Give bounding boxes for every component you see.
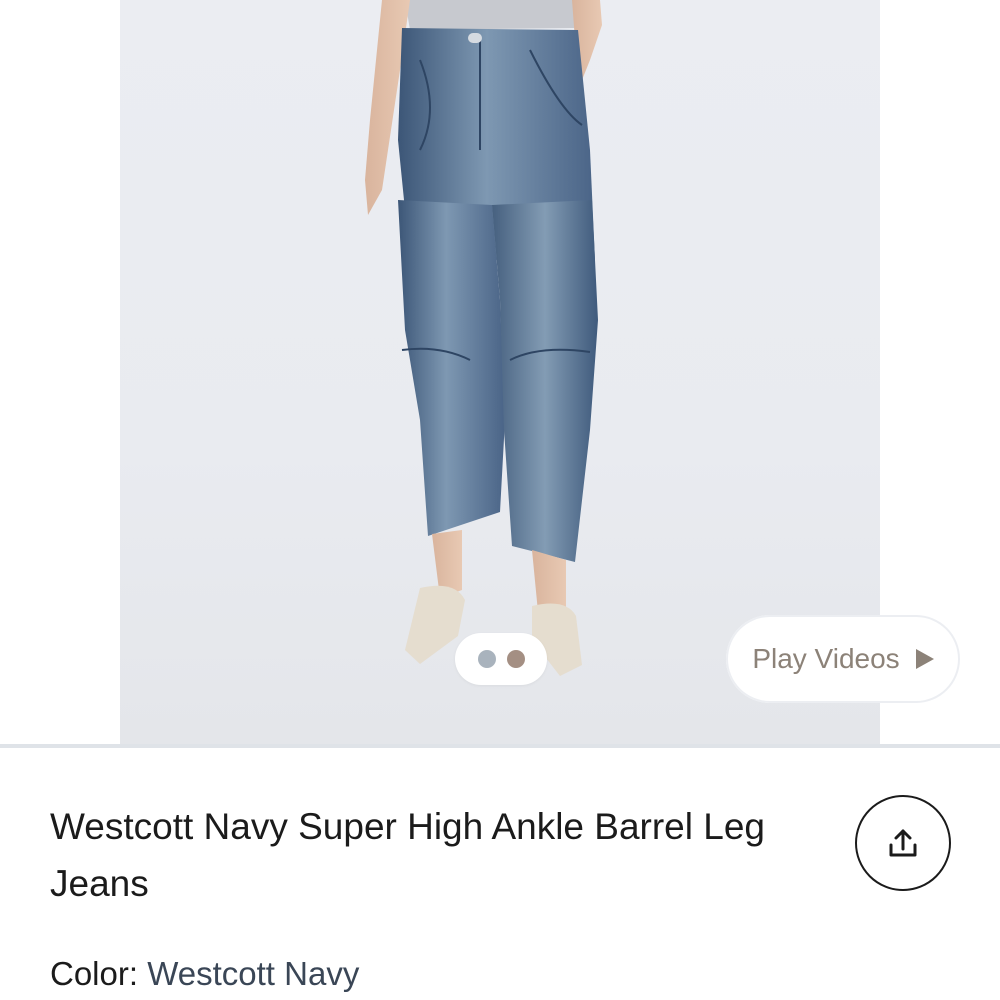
share-icon — [889, 829, 917, 857]
play-videos-button[interactable]: Play Videos — [726, 615, 960, 703]
color-selection: Color: Westcott Navy — [50, 955, 359, 993]
carousel-dot-1[interactable] — [477, 650, 496, 668]
carousel-dots[interactable] — [455, 633, 547, 685]
play-triangle-icon — [915, 649, 934, 669]
gallery-divider — [0, 744, 1000, 748]
color-label: Color: — [50, 955, 139, 992]
play-videos-label: Play Videos — [752, 643, 900, 674]
carousel-dot-2[interactable] — [506, 650, 525, 668]
product-title: Westcott Navy Super High Ankle Barrel Le… — [50, 806, 765, 904]
color-value: Westcott Navy — [147, 955, 360, 992]
share-button[interactable] — [855, 795, 951, 891]
product-image-gallery[interactable]: Play Videos — [0, 0, 1000, 746]
